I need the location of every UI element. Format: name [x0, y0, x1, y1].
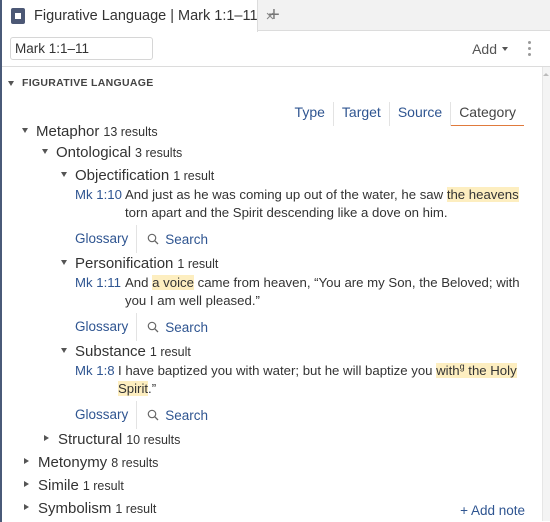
node-count: 1 result	[149, 345, 191, 359]
expanded-triangle-icon	[61, 172, 67, 177]
tab-title: Figurative Language | Mark 1:1–11	[34, 8, 258, 24]
kebab-menu-icon[interactable]	[528, 41, 531, 56]
result-links: Glossary Search	[2, 225, 532, 253]
figurative-language-panel: Figurative Language | Mark 1:1–11 × + Ad…	[0, 0, 550, 522]
verse-reference-link[interactable]: Mk 1:8	[75, 362, 118, 398]
collapse-triangle-icon	[8, 80, 14, 86]
expanded-triangle-icon	[61, 260, 67, 265]
collapsed-triangle-icon	[44, 435, 49, 441]
collapsed-triangle-icon	[24, 481, 29, 487]
result-links: Glossary Search	[2, 401, 532, 429]
verse-reference-link[interactable]: Mk 1:10	[75, 186, 125, 222]
node-count: 10 results	[126, 433, 181, 447]
node-label: Metaphor	[36, 123, 100, 140]
tree-node-ontological[interactable]: Ontological 3 results	[2, 142, 532, 163]
tab-bar: Figurative Language | Mark 1:1–11 × +	[2, 0, 550, 32]
node-label: Symbolism	[38, 500, 112, 517]
collapsed-triangle-icon	[24, 504, 29, 510]
search-link[interactable]: Search	[137, 408, 208, 423]
node-count: 1 result	[177, 257, 219, 271]
node-label: Substance	[75, 343, 146, 360]
search-link[interactable]: Search	[137, 232, 208, 247]
new-tab-button[interactable]: +	[258, 0, 290, 30]
tab-figurative-language[interactable]: Figurative Language | Mark 1:1–11 ×	[2, 0, 274, 32]
expanded-triangle-icon	[22, 128, 28, 133]
scroll-up-arrow-icon[interactable]	[543, 73, 549, 76]
node-count: 8 results	[111, 456, 159, 470]
node-count: 1 result	[115, 502, 157, 516]
result-item: Mk 1:11 And a voice came from heaven, “Y…	[2, 274, 532, 310]
node-label: Simile	[38, 477, 79, 494]
glossary-link[interactable]: Glossary	[75, 313, 138, 341]
search-icon	[147, 233, 159, 245]
tree-node-personification[interactable]: Personification 1 result	[2, 253, 532, 274]
node-count: 13 results	[103, 125, 158, 139]
search-icon	[147, 321, 159, 333]
search-link[interactable]: Search	[137, 320, 208, 335]
panel-icon	[10, 7, 26, 25]
node-label: Structural	[58, 431, 123, 448]
node-label: Metonymy	[38, 454, 108, 471]
glossary-link[interactable]: Glossary	[75, 225, 138, 253]
add-note-button[interactable]: + Add note	[460, 503, 525, 518]
expanded-triangle-icon	[61, 348, 67, 353]
tree-node-metaphor[interactable]: Metaphor 13 results	[2, 121, 532, 142]
highlighted-phrase: a voice	[152, 275, 194, 290]
vertical-scrollbar[interactable]	[542, 67, 550, 521]
search-icon	[147, 409, 159, 421]
tree-node-structural[interactable]: Structural 10 results	[2, 429, 532, 450]
glossary-link[interactable]: Glossary	[75, 401, 138, 429]
collapsed-triangle-icon	[24, 458, 29, 464]
chevron-down-icon	[502, 46, 508, 51]
add-button-label: Add	[472, 40, 497, 57]
toolbar: Add	[2, 31, 550, 67]
tree-node-simile[interactable]: Simile 1 result	[2, 475, 532, 496]
node-label: Personification	[75, 255, 174, 272]
result-item: Mk 1:8 I have baptized you with water; b…	[2, 362, 532, 398]
node-count: 1 result	[173, 169, 215, 183]
result-links: Glossary Search	[2, 313, 532, 341]
results-tree: Metaphor 13 results Ontological 3 result…	[2, 121, 532, 519]
reference-input[interactable]	[10, 37, 153, 60]
tree-node-objectification[interactable]: Objectification 1 result	[2, 165, 532, 186]
result-item: Mk 1:10 And just as he was coming up out…	[2, 186, 532, 222]
tree-node-substance[interactable]: Substance 1 result	[2, 341, 532, 362]
node-label: Ontological	[56, 144, 132, 161]
node-count: 1 result	[82, 479, 124, 493]
verse-reference-link[interactable]: Mk 1:11	[75, 274, 125, 310]
node-label: Objectification	[75, 167, 170, 184]
section-title: FIGURATIVE LANGUAGE	[22, 77, 154, 89]
verse-text: And just as he was coming up out of the …	[125, 187, 519, 220]
node-count: 3 results	[135, 146, 183, 160]
expanded-triangle-icon	[42, 149, 48, 154]
section-header[interactable]: FIGURATIVE LANGUAGE	[2, 75, 550, 91]
add-button[interactable]: Add	[472, 41, 508, 57]
content-area: FIGURATIVE LANGUAGE Type Target Source C…	[2, 67, 550, 521]
highlighted-phrase: the heavens	[446, 187, 519, 202]
tree-node-symbolism[interactable]: Symbolism 1 result	[2, 498, 532, 519]
verse-text: And a voice came from heaven, “You are m…	[125, 275, 520, 308]
verse-text: I have baptized you with water; but he w…	[118, 361, 517, 396]
tree-node-metonymy[interactable]: Metonymy 8 results	[2, 452, 532, 473]
